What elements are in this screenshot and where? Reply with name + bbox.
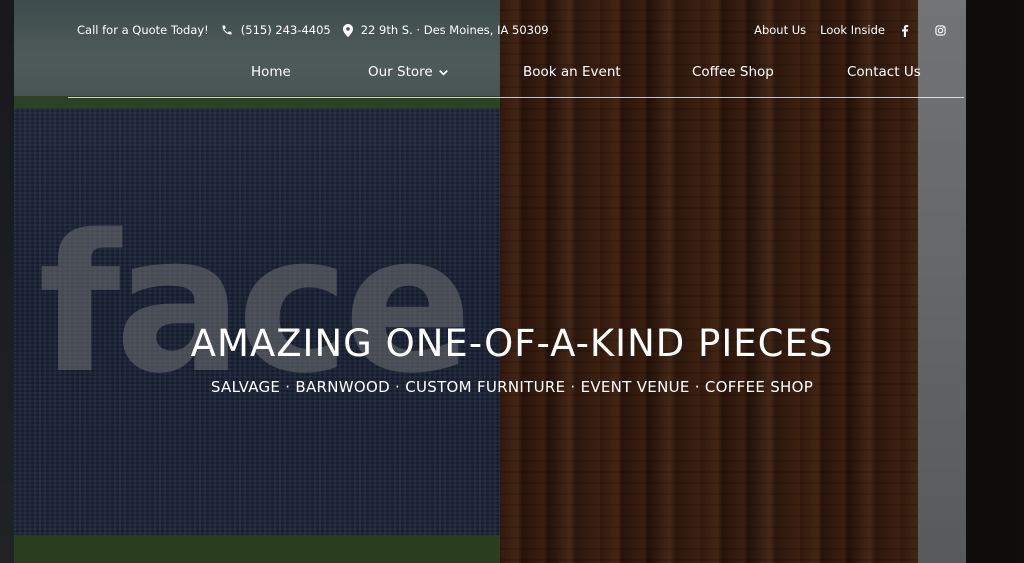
nav-item-label: Contact Us [847, 64, 921, 80]
look-inside-link[interactable]: Look Inside [820, 23, 885, 37]
facebook-link[interactable] [901, 23, 909, 37]
address-text: 22 9th S. · Des Moines, IA 50309 [360, 23, 549, 37]
top-bar-links: About Us Look Inside [754, 23, 946, 37]
nav-item-coffee-shop[interactable]: Coffee Shop [692, 64, 774, 80]
nav-item-label: Our Store [368, 64, 433, 80]
nav-item-book-an-event[interactable]: Book an Event [523, 64, 621, 80]
hero-headline: AMAZING ONE-OF-A-KIND PIECES [190, 322, 834, 365]
quote-cta-text: Call for a Quote Today! [77, 23, 209, 37]
hero-subheadline: SALVAGE · BARNWOOD · CUSTOM FURNITURE · … [210, 378, 814, 396]
phone-number: (515) 243-4405 [240, 23, 331, 37]
nav-item-label: Coffee Shop [692, 64, 774, 80]
nav-item-our-store[interactable]: Our Store [368, 64, 448, 80]
phone-icon [222, 25, 232, 35]
instagram-link[interactable] [935, 23, 946, 37]
map-pin-icon [342, 23, 353, 37]
chevron-down-icon [438, 69, 448, 76]
top-bar-contact: Call for a Quote Today! (515) 243-4405 2… [77, 23, 549, 37]
instagram-icon [935, 25, 946, 36]
nav-item-label: Home [251, 64, 291, 80]
phone-link[interactable]: (515) 243-4405 [221, 23, 331, 37]
address-link[interactable]: 22 9th S. · Des Moines, IA 50309 [342, 23, 549, 37]
nav-item-label: Book an Event [523, 64, 621, 80]
nav-item-contact-us[interactable]: Contact Us [847, 64, 921, 80]
hero-section: face Call for a Quote Today! (515) 243-4… [0, 0, 1024, 563]
top-bar: Call for a Quote Today! (515) 243-4405 2… [0, 18, 1024, 44]
about-us-link[interactable]: About Us [754, 23, 806, 37]
nav-item-home[interactable]: Home [251, 64, 291, 80]
facebook-icon [902, 24, 909, 37]
main-nav: Home Our Store Book an Event Coffee Shop… [68, 60, 964, 98]
